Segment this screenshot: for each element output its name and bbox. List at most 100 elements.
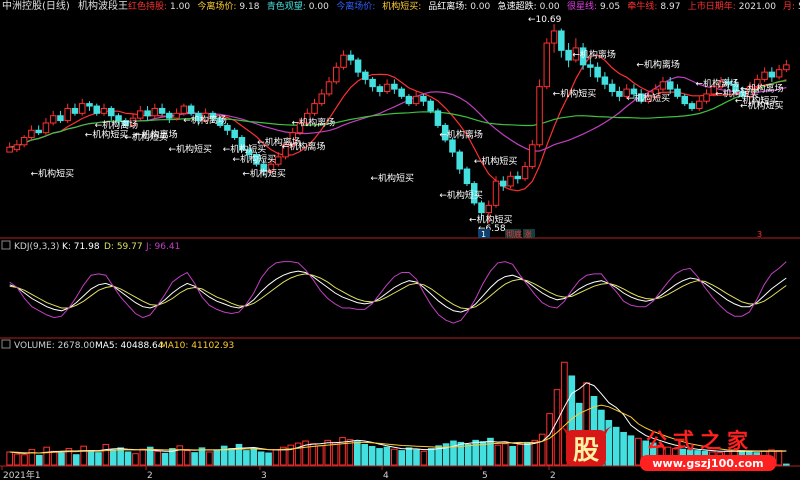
volume-bar-down xyxy=(235,443,243,466)
candle-down xyxy=(57,115,64,122)
candle-down xyxy=(376,86,384,93)
candle-down xyxy=(231,129,238,139)
marker-4: 1 xyxy=(481,230,486,239)
note-exit: ←机构离场 xyxy=(636,58,680,70)
header-item-label: 月: xyxy=(783,1,795,12)
note-exit: ←机构离场 xyxy=(134,129,178,141)
candle-down xyxy=(86,103,93,107)
header-item-value: 0.00 xyxy=(470,2,490,12)
candle-up xyxy=(311,103,318,114)
note-buy: ←机构短买 xyxy=(169,143,213,155)
candle-down xyxy=(768,71,776,78)
volume-bar-up xyxy=(494,444,502,466)
volume-bar-up xyxy=(775,450,783,466)
volume-bar-up xyxy=(139,448,147,466)
candle-up xyxy=(274,156,282,165)
volume-bar-down xyxy=(213,449,221,466)
volume-bar-up xyxy=(13,453,21,466)
volume-bar-down xyxy=(620,431,627,466)
candle-down xyxy=(144,110,151,117)
volume-bar-up xyxy=(272,449,280,466)
candle-up xyxy=(543,42,551,88)
price-high-label: ←10.69 xyxy=(528,15,562,25)
note-exit: ←机构离场 xyxy=(572,49,616,61)
candle-up xyxy=(507,175,514,187)
candle-up xyxy=(761,71,768,80)
volume-bar-down xyxy=(58,452,65,466)
header-item-value: 0.00 xyxy=(540,2,560,12)
header-item-label: 品红离场: xyxy=(428,0,467,12)
candle-up xyxy=(173,112,180,119)
note-exit: ←机构离场 xyxy=(696,78,740,90)
watermark: 股 公式之家 www.gszj100.com xyxy=(560,426,776,471)
watermark-name: 公式之家 xyxy=(646,429,754,453)
volume-bar-up xyxy=(154,450,161,466)
volume-bar-up xyxy=(317,445,324,466)
candle-down xyxy=(674,88,681,97)
note-exit: ←机构离场 xyxy=(282,141,326,153)
candle-down xyxy=(594,66,601,78)
candle-down xyxy=(456,151,463,170)
volume-bar-up xyxy=(102,443,110,466)
volume-bar-down xyxy=(368,446,376,466)
note-buy: ←机构短买 xyxy=(553,87,597,99)
x-tick-label: 3 xyxy=(261,471,267,480)
candle-down xyxy=(347,54,355,61)
candle-down xyxy=(478,202,485,214)
candle-up xyxy=(100,107,108,114)
volume-bar-up xyxy=(176,445,184,466)
note-buy: ←机构短买 xyxy=(740,99,784,111)
chart-stage: 中洲控股(日线) 机构波段王 红色持股: 1.00 今离场价: 9.18 青色观望: 0.… xyxy=(0,0,800,480)
candle-down xyxy=(500,180,507,187)
x-tick-label: 2 xyxy=(550,471,556,480)
volume-bar-down xyxy=(72,454,80,466)
volume-bar-up xyxy=(6,451,14,466)
candle-down xyxy=(398,88,405,97)
candle-down xyxy=(362,71,369,80)
candle-down xyxy=(681,95,688,105)
candle-up xyxy=(550,30,558,44)
volume-bar-down xyxy=(383,446,391,466)
kdj-j-label: J: 96.41 xyxy=(145,242,180,252)
volume-bar-up xyxy=(43,446,50,466)
header-item-value: 0.00 xyxy=(309,2,329,12)
volume-bar-up xyxy=(538,433,546,466)
volume-bar-up xyxy=(287,444,295,466)
volume-bar-down xyxy=(376,448,383,466)
header-item-label: 牵牛线: xyxy=(627,0,657,12)
volume-menu-box[interactable] xyxy=(1,339,11,349)
note-buy: ←机构短买 xyxy=(242,167,286,179)
candle-down xyxy=(434,110,442,126)
candle-up xyxy=(180,105,188,114)
volume-bar-down xyxy=(250,447,258,466)
header-item-label: 机构短买: xyxy=(382,0,421,12)
candle-down xyxy=(565,49,572,61)
candle-up xyxy=(492,180,500,206)
volume-bar-down xyxy=(479,441,487,466)
volume-bar-down xyxy=(95,452,102,466)
note-exit: ←机构离场 xyxy=(292,116,336,128)
x-tick-label: 2021年1 xyxy=(3,469,41,480)
candle-down xyxy=(608,83,616,93)
x-tick-label: 4 xyxy=(383,471,389,480)
volume-bar-up xyxy=(28,449,36,466)
volume-bar-up xyxy=(50,450,58,466)
candle-down xyxy=(35,129,42,134)
volume-header: VOLUME: 2678.00 MA5: 40488.64 MA10: 4110… xyxy=(1,339,234,351)
volume-bar-down xyxy=(405,447,413,466)
candle-down xyxy=(224,124,231,131)
candle-up xyxy=(703,93,710,102)
header-item-label: 上市日期年: xyxy=(688,0,736,12)
volume-bar-up xyxy=(183,450,191,466)
note-buy: ←机构短买 xyxy=(85,129,129,141)
volume-bar-down xyxy=(509,446,516,466)
candle-down xyxy=(514,175,522,180)
candle-up xyxy=(325,81,333,95)
volume-bar-down xyxy=(35,454,43,466)
kdj-d-label: D: 59.77 xyxy=(104,242,143,252)
candle-up xyxy=(28,129,35,139)
kdj-menu-box[interactable] xyxy=(1,240,11,250)
candle-up xyxy=(333,66,340,83)
header-item-label: 很星线: xyxy=(567,0,597,12)
candle-up xyxy=(659,81,667,90)
